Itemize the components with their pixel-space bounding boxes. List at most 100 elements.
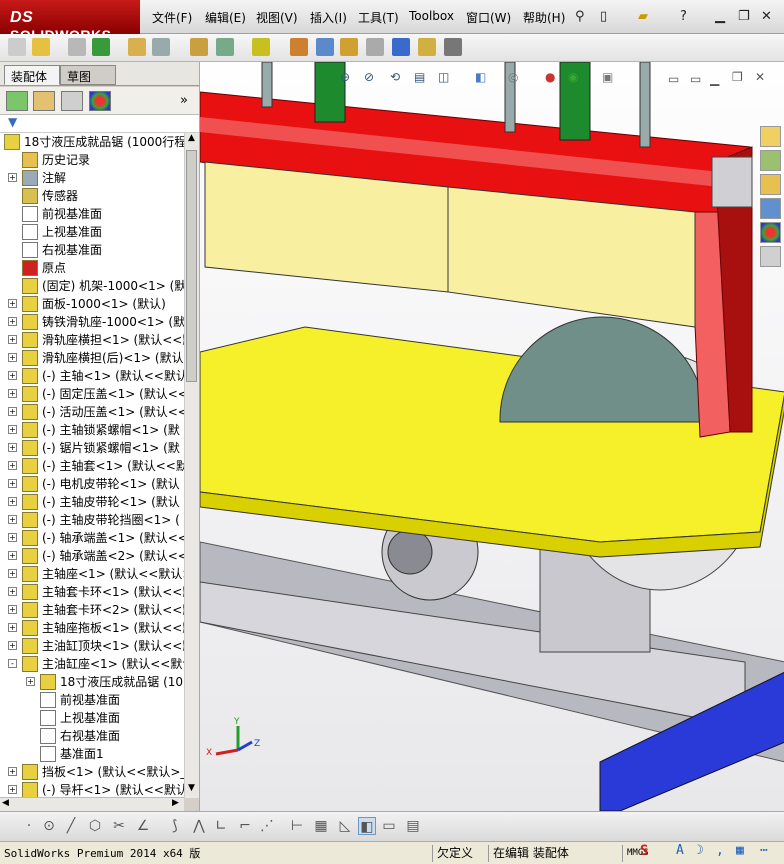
toolbar-assembly-icon[interactable]: [92, 38, 110, 56]
previous-view-icon[interactable]: ⟲: [390, 70, 400, 84]
close-icon[interactable]: ✕: [761, 9, 772, 24]
polygon-icon[interactable]: ⬡: [86, 817, 104, 835]
display-manager-icon[interactable]: [89, 91, 111, 111]
scroll-right-icon[interactable]: ▶: [172, 798, 179, 808]
tree-item[interactable]: 上视基准面: [0, 223, 184, 241]
tree-item[interactable]: 右视基准面: [0, 241, 184, 259]
toolbar-mate-icon[interactable]: [128, 38, 146, 56]
toolbar-settings-icon[interactable]: [290, 38, 308, 56]
angle-icon[interactable]: ∠: [134, 817, 152, 835]
tree-item[interactable]: + (-) 轴承端盖<2> (默认<<: [0, 547, 184, 565]
sketch-3d-icon[interactable]: ◧: [358, 817, 376, 835]
menu-edit[interactable]: 编辑(E): [205, 9, 246, 26]
restore-icon[interactable]: ❐: [738, 9, 750, 24]
expand-icon[interactable]: +: [8, 389, 17, 398]
expand-icon[interactable]: +: [8, 353, 17, 362]
circle-icon[interactable]: ⊙: [40, 817, 58, 835]
expand-icon[interactable]: +: [8, 623, 17, 632]
tree-item[interactable]: (固定) 机架-1000<1> (默: [0, 277, 184, 295]
new-document-icon[interactable]: ▯: [600, 9, 607, 24]
menu-file[interactable]: 文件(F): [152, 9, 192, 26]
tree-root[interactable]: 18寸液压成就品锯 (1000行程: [0, 133, 184, 151]
open-folder-icon[interactable]: ▰: [638, 9, 648, 24]
featuremanager-tree-icon[interactable]: [6, 91, 28, 111]
viewport-close-icon[interactable]: ✕: [755, 70, 765, 84]
tree-item[interactable]: 前视基准面: [0, 691, 184, 709]
expand-icon[interactable]: +: [8, 587, 17, 596]
tree-item[interactable]: + 主轴座拖板<1> (默认<<默: [0, 619, 184, 637]
view-palette-icon[interactable]: [760, 198, 781, 219]
graphics-viewport[interactable]: Y X Z ⊕ ⊘ ⟲ ▤ ◫ ◧ ◎ ● ◉ ▣ ▭ ▭ ▁ ❐ ✕: [199, 62, 784, 811]
scene-icon[interactable]: ◉: [568, 70, 578, 84]
toolbar-explode-icon[interactable]: [216, 38, 234, 56]
menu-tools[interactable]: 工具(T): [358, 9, 399, 26]
toolbar-open-icon[interactable]: [32, 38, 50, 56]
tree-item[interactable]: + (-) 电机皮带轮<1> (默认: [0, 475, 184, 493]
view-settings-icon[interactable]: ▣: [602, 70, 613, 84]
expand-icon[interactable]: +: [8, 173, 17, 182]
menu-insert[interactable]: 插入(I): [310, 9, 347, 26]
expand-icon[interactable]: +: [8, 407, 17, 416]
toolbar-bom-icon[interactable]: [316, 38, 334, 56]
filter-icon[interactable]: ▼: [8, 115, 17, 129]
expand-icon[interactable]: +: [8, 479, 17, 488]
expand-icon[interactable]: +: [8, 533, 17, 542]
tree-item[interactable]: + 主轴座<1> (默认<<默认>_: [0, 565, 184, 583]
line-icon[interactable]: ╱: [62, 817, 80, 835]
toolbar-move-icon[interactable]: [152, 38, 170, 56]
ime-more-icon[interactable]: ⋯: [760, 843, 768, 858]
scroll-up-icon[interactable]: ▲: [188, 133, 195, 143]
tree-filter[interactable]: ▼: [0, 115, 199, 133]
view-orientation-icon[interactable]: ◫: [438, 70, 449, 84]
expand-icon[interactable]: +: [8, 641, 17, 650]
help-icon[interactable]: ?: [680, 9, 687, 24]
expand-icon[interactable]: +: [26, 677, 35, 686]
expand-icon[interactable]: +: [8, 515, 17, 524]
toolbar-interference-icon[interactable]: [340, 38, 358, 56]
grid-icon[interactable]: ▦: [312, 817, 330, 835]
tree-item[interactable]: 原点: [0, 259, 184, 277]
toolbar-measure-icon[interactable]: [392, 38, 410, 56]
expand-icon[interactable]: +: [8, 785, 17, 794]
tree-horizontal-scrollbar[interactable]: ◀ ▶: [0, 797, 184, 811]
expand-icon[interactable]: +: [8, 425, 17, 434]
expand-icon[interactable]: +: [8, 551, 17, 560]
mirror-icon[interactable]: ⋀: [190, 817, 208, 835]
layout-icon[interactable]: ▭: [380, 817, 398, 835]
tree-item[interactable]: + (-) 主轴皮带轮<1> (默认: [0, 493, 184, 511]
toolbar-reference-icon[interactable]: [252, 38, 270, 56]
tree-item[interactable]: + (-) 固定压盖<1> (默认<<: [0, 385, 184, 403]
tree-item[interactable]: + 滑轨座横担(后)<1> (默认: [0, 349, 184, 367]
tab-layout[interactable]: 草图: [60, 65, 116, 85]
tree-item[interactable]: + 挡板<1> (默认<<默认>_显: [0, 763, 184, 781]
expand-icon[interactable]: +: [8, 569, 17, 578]
expand-icon[interactable]: +: [8, 335, 17, 344]
tree-item[interactable]: 基准面1: [0, 745, 184, 763]
point-icon[interactable]: ·: [20, 817, 38, 835]
tree-item[interactable]: + (-) 导杆<1> (默认<<默认: [0, 781, 184, 798]
ime-keyboard-icon[interactable]: ▦: [736, 843, 744, 858]
custom-properties-icon[interactable]: [760, 246, 781, 267]
tree-item[interactable]: + 注解: [0, 169, 184, 187]
viewport-split-icon[interactable]: ▭: [690, 72, 701, 86]
ime-moon-icon[interactable]: ☽: [696, 843, 704, 858]
expand-icon[interactable]: +: [8, 767, 17, 776]
tree-item[interactable]: + 面板-1000<1> (默认): [0, 295, 184, 313]
ime-s-icon[interactable]: S: [640, 843, 648, 859]
triangle-icon[interactable]: ◺: [336, 817, 354, 835]
offset-icon[interactable]: ⟆: [166, 817, 184, 835]
viewport-tile-icon[interactable]: ▭: [668, 72, 679, 86]
solidworks-logo[interactable]: DS SOLIDWORKS: [0, 0, 140, 43]
construction-icon[interactable]: ⋰: [258, 817, 276, 835]
trim-icon[interactable]: ✂: [110, 817, 128, 835]
expand-panel-icon[interactable]: »: [180, 93, 188, 108]
tree-item[interactable]: + 铸铁滑轨座-1000<1> (默认: [0, 313, 184, 331]
appearances-icon[interactable]: [760, 222, 781, 243]
expand-icon[interactable]: +: [8, 371, 17, 380]
design-library-icon[interactable]: [760, 150, 781, 171]
toolbar-clearance-icon[interactable]: [366, 38, 384, 56]
hide-show-icon[interactable]: ◎: [508, 70, 518, 84]
toolbar-instant3d-icon[interactable]: [418, 38, 436, 56]
expand-icon[interactable]: +: [8, 461, 17, 470]
tree-item[interactable]: 历史记录: [0, 151, 184, 169]
